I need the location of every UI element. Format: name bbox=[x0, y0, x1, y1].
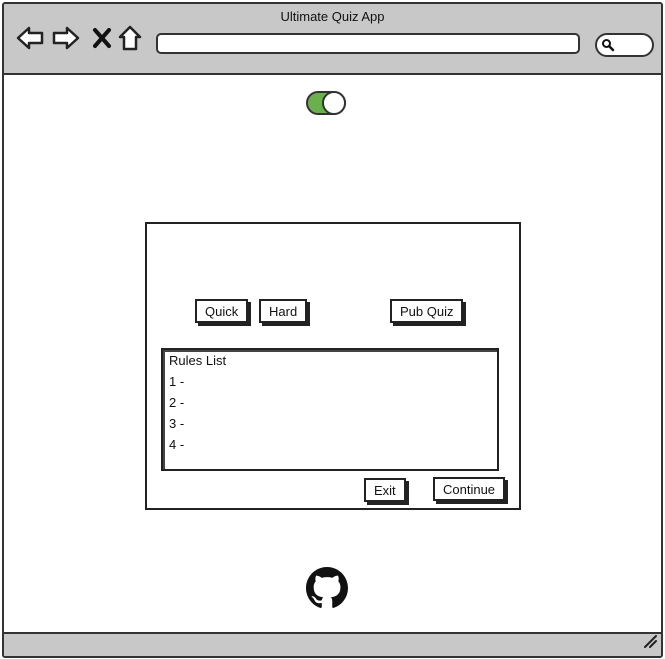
exit-button[interactable]: Exit bbox=[364, 478, 406, 502]
resize-grip-icon[interactable] bbox=[643, 634, 657, 653]
rules-list: Rules List 1 - 2 - 3 - 4 - bbox=[161, 348, 499, 471]
rule-item: 1 - bbox=[169, 374, 185, 389]
rules-heading: Rules List bbox=[169, 353, 227, 368]
toggle-knob bbox=[322, 91, 346, 115]
window-title: Ultimate Quiz App bbox=[280, 9, 385, 24]
rule-item: 4 - bbox=[169, 437, 185, 452]
close-icon[interactable] bbox=[88, 24, 116, 52]
github-icon[interactable] bbox=[306, 567, 348, 609]
status-bar bbox=[4, 632, 661, 656]
rule-item: 3 - bbox=[169, 416, 185, 431]
theme-toggle[interactable] bbox=[306, 91, 346, 115]
browser-window: Ultimate Quiz App Quick Hard Pub Quiz Ru… bbox=[2, 2, 663, 658]
search-input[interactable] bbox=[595, 33, 654, 57]
quiz-panel: Quick Hard Pub Quiz Rules List 1 - 2 - 3… bbox=[145, 222, 521, 510]
address-bar[interactable] bbox=[156, 33, 580, 54]
home-icon[interactable] bbox=[116, 24, 144, 52]
quick-mode-button[interactable]: Quick bbox=[195, 299, 249, 323]
rule-item: 2 - bbox=[169, 395, 185, 410]
browser-titlebar: Ultimate Quiz App bbox=[4, 4, 661, 75]
search-icon bbox=[601, 38, 615, 57]
pub-quiz-button[interactable]: Pub Quiz bbox=[390, 299, 464, 323]
back-arrow-icon[interactable] bbox=[16, 24, 44, 52]
forward-arrow-icon[interactable] bbox=[52, 24, 80, 52]
continue-button[interactable]: Continue bbox=[433, 477, 506, 501]
hard-mode-button[interactable]: Hard bbox=[259, 299, 308, 323]
